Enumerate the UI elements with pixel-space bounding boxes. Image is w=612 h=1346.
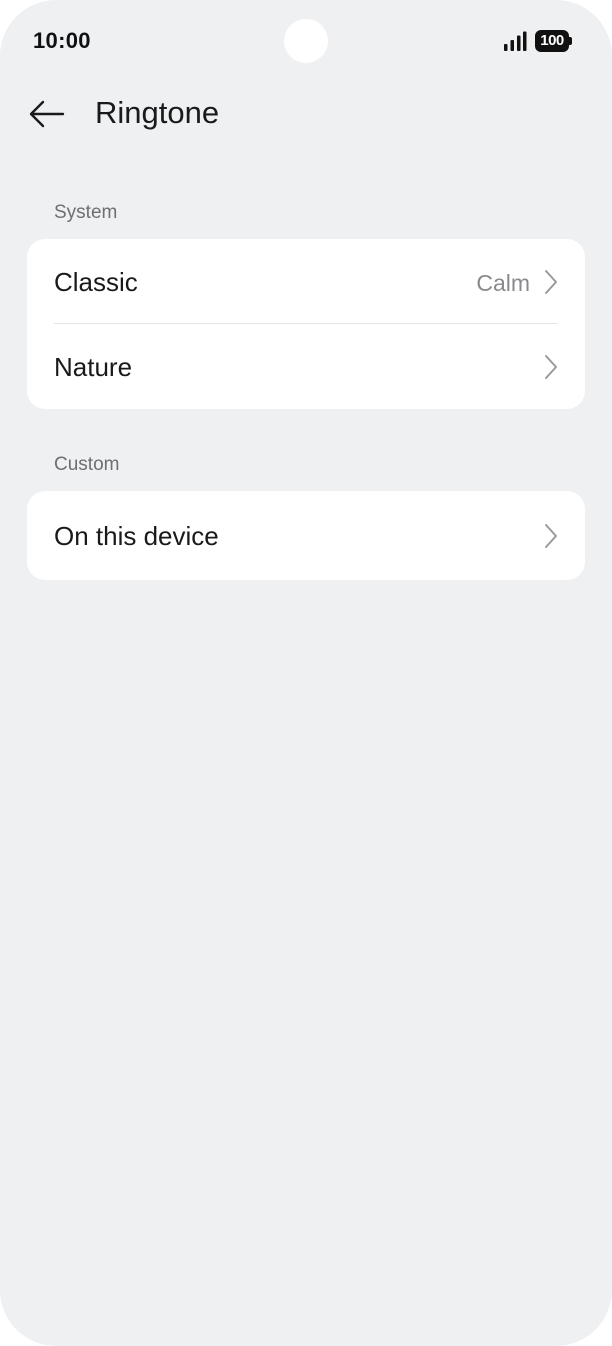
battery-level: 100: [535, 30, 569, 52]
list-item-on-this-device[interactable]: On this device: [27, 491, 585, 580]
chevron-right-icon: [545, 524, 557, 548]
status-bar: 10:00 100: [0, 0, 612, 84]
arrow-left-icon: [29, 100, 65, 128]
back-button[interactable]: [22, 90, 70, 138]
chevron-right-icon: [545, 270, 557, 294]
custom-card: On this device: [27, 491, 585, 580]
chevron-right-icon: [545, 355, 557, 379]
page-header: Ringtone: [0, 84, 612, 144]
list-item-label: On this device: [54, 521, 219, 551]
battery-tip: [569, 37, 572, 45]
list-item-value: Calm: [476, 270, 530, 296]
list-item-label: Nature: [54, 352, 133, 382]
page-title: Ringtone: [95, 95, 220, 130]
section-label-custom: Custom: [54, 454, 120, 475]
status-time: 10:00: [33, 28, 91, 53]
signal-icon: [504, 31, 527, 51]
list-item-classic[interactable]: Classic Calm: [27, 239, 585, 324]
camera-cutout: [284, 19, 328, 63]
battery-icon: 100: [535, 30, 572, 52]
list-item-label: Classic: [54, 267, 138, 297]
phone-screen: 10:00 100 Ringtone System Classic Calm N…: [0, 0, 612, 1346]
section-label-system: System: [54, 202, 118, 223]
system-card: Classic Calm Nature: [27, 239, 585, 409]
list-item-nature[interactable]: Nature: [27, 324, 585, 409]
